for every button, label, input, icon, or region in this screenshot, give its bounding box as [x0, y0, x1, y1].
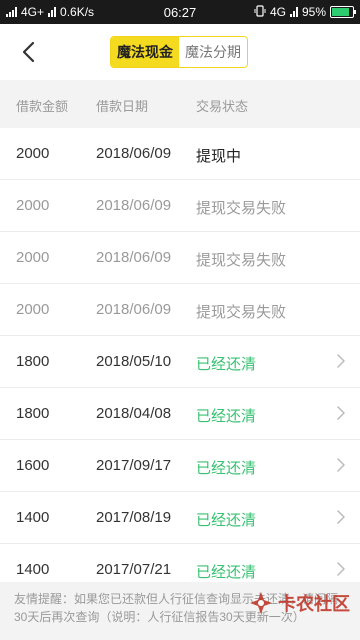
- table-row[interactable]: 1600 2017/09/17 已经还清: [0, 440, 360, 492]
- row-status: 提现交易失败: [196, 200, 287, 217]
- row-date: 2018/06/09: [96, 145, 172, 162]
- tab-magic-installment[interactable]: 魔法分期: [179, 37, 247, 67]
- table-row[interactable]: 1800 2018/05/10 已经还清: [0, 336, 360, 388]
- table-row: 2000 2018/06/09 提现中: [0, 128, 360, 180]
- row-date: 2017/07/21: [96, 561, 172, 578]
- row-status: 已经还清: [196, 564, 257, 581]
- row-amount: 1800: [16, 405, 50, 422]
- back-button[interactable]: [16, 38, 40, 66]
- header-date: 借款日期: [96, 99, 149, 114]
- signal-icon: [6, 7, 17, 17]
- loan-list: 2000 2018/06/09 提现中 2000 2018/06/09 提现交易失败 200…: [0, 128, 360, 596]
- row-amount: 2000: [16, 301, 50, 318]
- watermark: 卡农社区: [248, 590, 350, 616]
- chevron-right-icon: [337, 458, 345, 472]
- row-status: 已经还清: [196, 460, 257, 477]
- row-status: 已经还清: [196, 356, 257, 373]
- table-row: 2000 2018/06/09 提现交易失败: [0, 180, 360, 232]
- status-right: 4G 95%: [214, 4, 356, 20]
- row-amount: 2000: [16, 145, 50, 162]
- watermark-logo-icon: [250, 592, 272, 614]
- chevron-right-icon: [337, 562, 345, 576]
- row-amount: 1400: [16, 561, 50, 578]
- signal-icon-right: [289, 7, 298, 17]
- tab-magic-cash[interactable]: 魔法现金: [111, 37, 179, 67]
- vibrate-icon: [254, 4, 266, 20]
- table-row[interactable]: 1800 2018/04/08 已经还清: [0, 388, 360, 440]
- chevron-right-icon: [337, 406, 345, 420]
- battery-icon: [330, 6, 356, 18]
- row-status: 已经还清: [196, 512, 257, 529]
- chevron-right-icon: [337, 354, 345, 368]
- table-header: 借款金额 借款日期 交易状态: [0, 80, 360, 128]
- row-status: 已经还清: [196, 408, 257, 425]
- network-type: 4G+: [21, 5, 45, 19]
- row-date: 2018/06/09: [96, 197, 172, 214]
- nav-bar: 魔法现金 魔法分期: [0, 24, 360, 80]
- header-amount: 借款金额: [16, 99, 69, 114]
- row-amount: 1400: [16, 509, 50, 526]
- row-date: 2017/08/19: [96, 509, 172, 526]
- row-date: 2018/05/10: [96, 353, 172, 370]
- row-date: 2018/06/09: [96, 301, 172, 318]
- status-left: 4G+ 0.6K/s: [6, 5, 146, 19]
- row-status: 提现交易失败: [196, 304, 287, 321]
- row-date: 2018/06/09: [96, 249, 172, 266]
- row-amount: 2000: [16, 197, 50, 214]
- row-amount: 1800: [16, 353, 50, 370]
- header-status: 交易状态: [196, 99, 249, 114]
- row-date: 2018/04/08: [96, 405, 172, 422]
- chevron-left-icon: [22, 41, 35, 63]
- row-date: 2017/09/17: [96, 457, 172, 474]
- table-row[interactable]: 1400 2017/08/19 已经还清: [0, 492, 360, 544]
- watermark-text: 卡农社区: [278, 594, 350, 614]
- battery-percent: 95%: [301, 5, 326, 19]
- chevron-right-icon: [337, 510, 345, 524]
- table-row: 2000 2018/06/09 提现交易失败: [0, 284, 360, 336]
- signal-icon-2: [48, 7, 57, 17]
- row-status: 提现中: [196, 148, 242, 165]
- row-status: 提现交易失败: [196, 252, 287, 269]
- network-speed: 0.6K/s: [60, 5, 95, 19]
- table-row: 2000 2018/06/09 提现交易失败: [0, 232, 360, 284]
- segmented-control: 魔法现金 魔法分期: [110, 36, 248, 68]
- status-bar: 4G+ 0.6K/s 06:27 4G 95%: [0, 0, 360, 24]
- clock: 06:27: [163, 4, 197, 20]
- battery-fill: [332, 8, 350, 16]
- row-amount: 2000: [16, 249, 50, 266]
- row-amount: 1600: [16, 457, 50, 474]
- network-type-right: 4G: [269, 5, 286, 19]
